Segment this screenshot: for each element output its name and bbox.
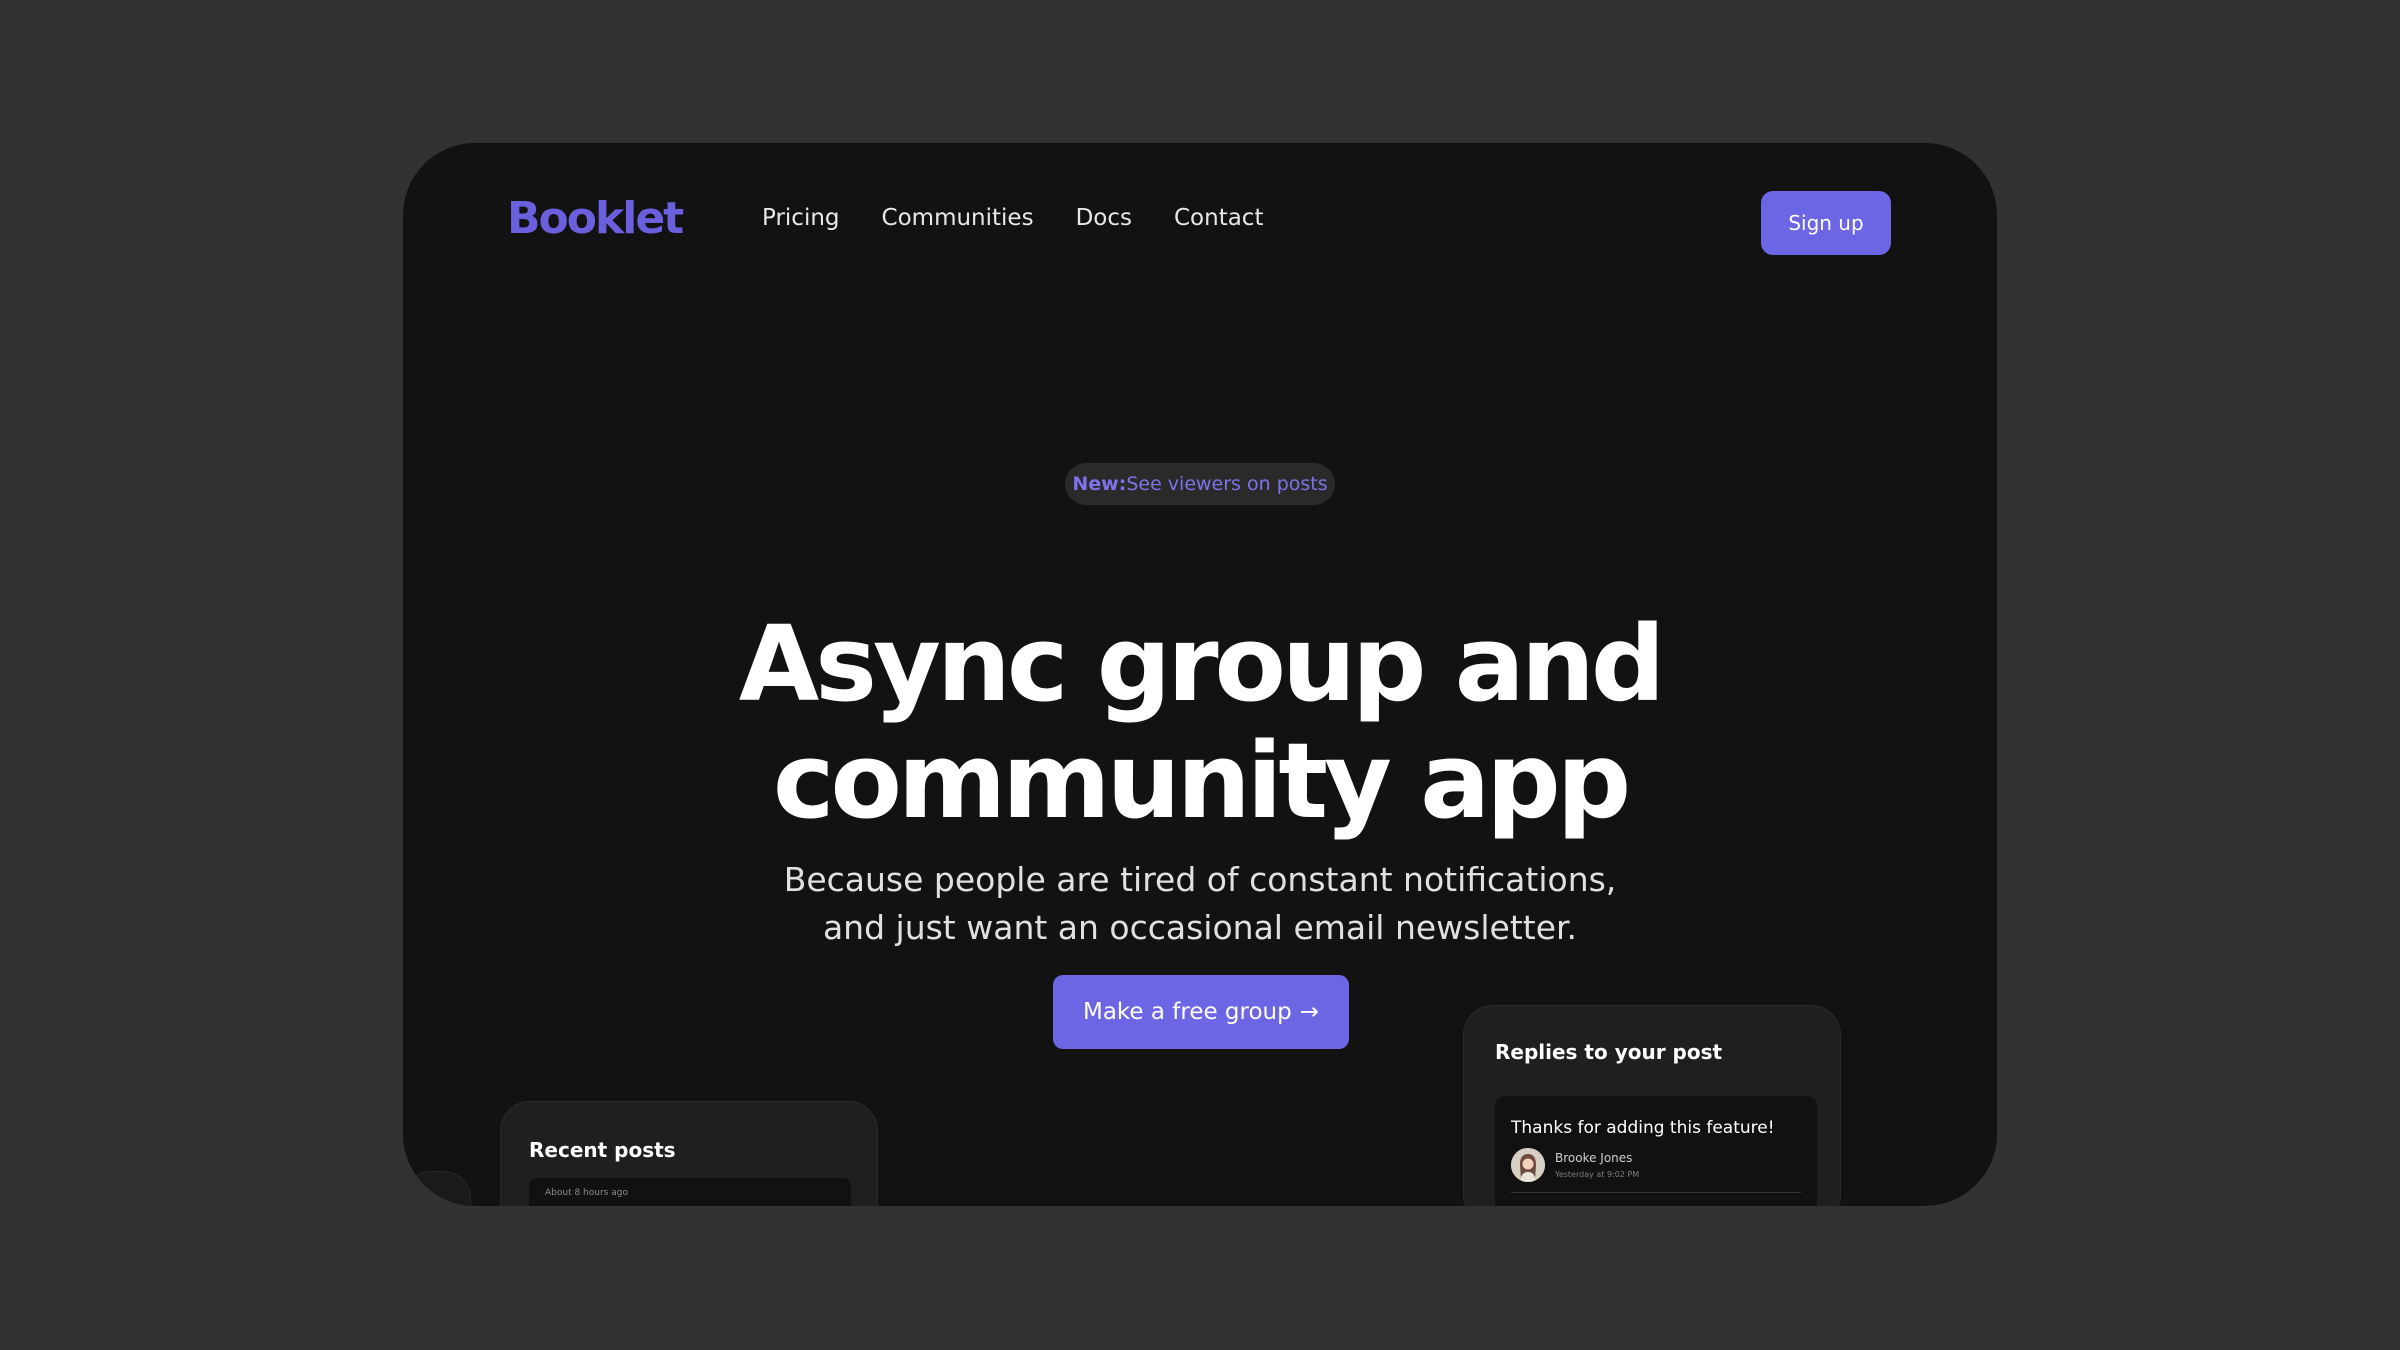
nav-contact-link[interactable]: Contact [1174,205,1263,231]
hero-subtitle-line-2: and just want an occasional email newsle… [822,908,1578,947]
reply-divider [1511,1192,1801,1193]
reply-message: Thanks for adding this feature! [1511,1118,1775,1138]
recent-posts-title: Recent posts [529,1138,676,1162]
nav-pricing-link[interactable]: Pricing [762,205,840,231]
nav-docs-link[interactable]: Docs [1076,205,1132,231]
signup-button[interactable]: Sign up [1761,191,1891,255]
recent-post-time: About 8 hours ago [545,1188,628,1198]
hero-subtitle-line-1: Because people are tired of constant not… [783,860,1617,899]
reply-time: Yesterday at 9:02 PM [1555,1170,1640,1179]
hero-title: Async group and community app [673,602,1727,842]
hero-subtitle: Because people are tired of constant not… [683,856,1717,952]
announcement-badge[interactable]: New: See viewers on posts [1065,463,1335,505]
announcement-prefix: New: [1072,473,1127,495]
replies-title: Replies to your post [1495,1040,1723,1064]
replies-card: Replies to your post Thanks for adding t… [1463,1005,1841,1206]
recent-posts-card: Recent posts About 8 hours ago [500,1101,878,1206]
reply-item[interactable]: Thanks for adding this feature! Brooke J… [1495,1096,1817,1206]
avatar [1511,1148,1545,1182]
hero-title-line-1: Async group and [738,602,1666,725]
booklet-logo[interactable]: Booklet [507,193,684,244]
recent-post-item[interactable]: About 8 hours ago [529,1178,851,1206]
decorative-card-edge [403,1171,471,1206]
main-navigation: Pricing Communities Docs Contact [762,205,1263,231]
arrow-right-icon: → [1299,999,1320,1025]
landing-page-frame: Booklet Pricing Communities Docs Contact… [403,143,1997,1206]
make-free-group-button[interactable]: Make a free group → [1053,975,1349,1049]
person-avatar-icon [1511,1148,1545,1182]
hero-title-line-2: community app [772,719,1631,842]
nav-communities-link[interactable]: Communities [882,205,1034,231]
cta-label: Make a free group [1082,999,1292,1025]
reply-author: Brooke Jones [1555,1151,1633,1165]
announcement-text: See viewers on posts [1126,473,1328,495]
